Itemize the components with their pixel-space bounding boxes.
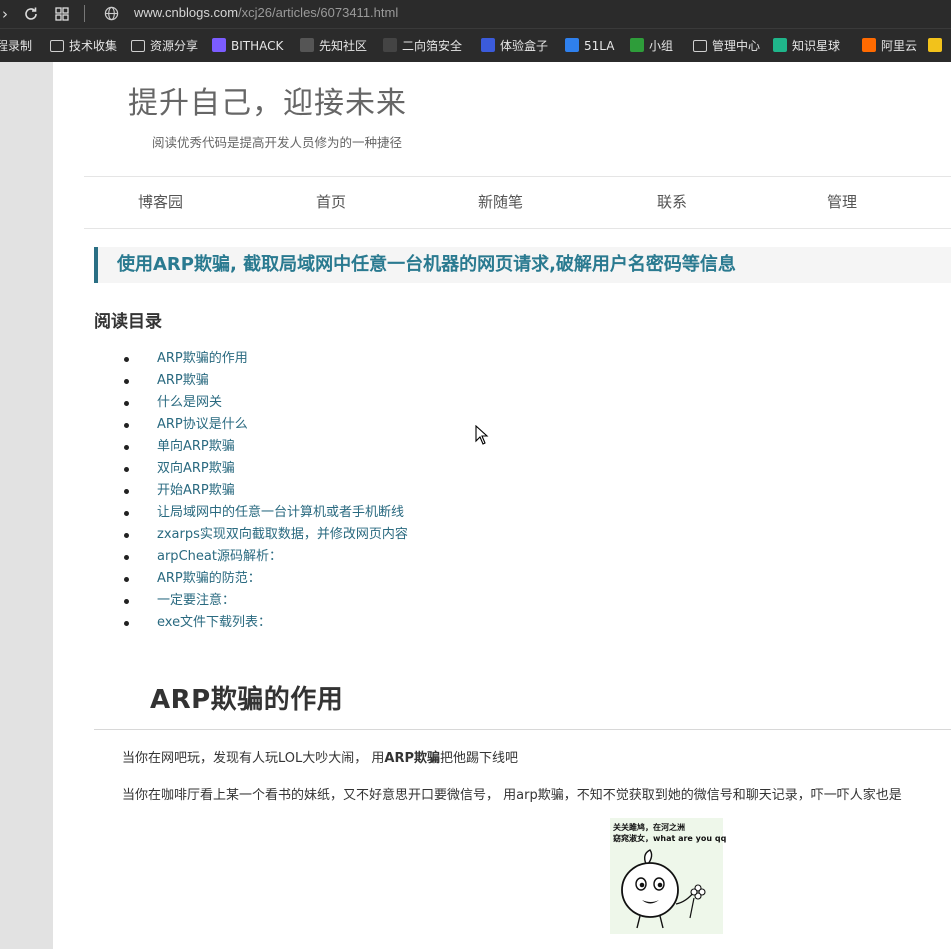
bookmark-zsxq[interactable]: 知识星球 (773, 29, 840, 63)
para1-bold: ARP欺骗 (384, 751, 440, 766)
nav-admin[interactable]: 管理 (827, 177, 857, 228)
bookmark-label: 技术收集 (69, 39, 118, 53)
toc-link[interactable]: 开始ARP欺骗 (157, 480, 235, 502)
toc-link[interactable]: 单向ARP欺骗 (157, 436, 235, 458)
toc-link[interactable]: 双向ARP欺骗 (157, 458, 235, 480)
blog-title[interactable]: 提升自己，迎接未来 (128, 78, 407, 122)
nav-home[interactable]: 首页 (316, 177, 346, 228)
section-heading: ARP欺骗的作用 (150, 685, 344, 715)
meme-character-icon (621, 849, 706, 929)
bookmark-label: 先知社区 (319, 39, 368, 53)
bookmark-extra[interactable] (928, 29, 947, 63)
bookmark-51la[interactable]: 51LA (565, 29, 614, 63)
globe-icon[interactable] (100, 3, 122, 25)
forward-icon[interactable]: › (0, 3, 16, 25)
bullet-icon (124, 621, 129, 626)
blog-page: 提升自己，迎接未来 阅读优秀代码是提高开发人员修为的一种捷径 博客园 首页 新随… (53, 62, 951, 949)
tech-collection-icon (50, 40, 64, 52)
bookmark-bithack[interactable]: BITHACK (212, 29, 283, 63)
url-host: www.cnblogs.com (134, 5, 239, 20)
xianzhi-icon (300, 38, 314, 52)
blog-nav: 博客园 首页 新随笔 联系 管理 (84, 176, 951, 229)
browser-toolbar: › www.cnblogs.com/xcj26/articles/6073411… (0, 0, 951, 28)
bookmark-admin-center[interactable]: 管理中心 (693, 29, 760, 63)
toc-link[interactable]: arpCheat源码解析： (157, 546, 282, 568)
nav-new-post[interactable]: 新随笔 (478, 177, 523, 228)
blog-subtitle: 阅读优秀代码是提高开发人员修为的一种捷径 (152, 135, 403, 150)
bookmark-label: 知识星球 (792, 39, 841, 53)
bookmark-label: 资源分享 (150, 39, 199, 53)
51la-icon (565, 38, 579, 52)
toc-link[interactable]: 一定要注意： (157, 590, 235, 612)
bookmark-label: 体验盒子 (500, 39, 549, 53)
toc-link[interactable]: ARP协议是什么 (157, 414, 248, 436)
bookmark-label: BITHACK (231, 39, 284, 53)
bookmark-douban-group[interactable]: 小组 (630, 29, 673, 63)
reload-icon[interactable] (20, 3, 42, 25)
section-divider (94, 729, 951, 730)
para1-text-c: 把他踢下线吧 (440, 751, 519, 766)
nav-cnblogs[interactable]: 博客园 (138, 177, 183, 228)
bullet-icon (124, 467, 129, 472)
bookmark-label: 阿里云 (881, 39, 918, 53)
extra-icon (928, 38, 942, 52)
toc-link[interactable]: ARP欺骗 (157, 370, 209, 392)
bullet-icon (124, 379, 129, 384)
bookmark-erxiangbo[interactable]: 二向箔安全 (383, 29, 462, 63)
bookmark-label: 二向箔安全 (402, 39, 463, 53)
bookmark-aliyun[interactable]: 阿里云 (862, 29, 917, 63)
admin-center-icon (693, 40, 707, 52)
meme-image: 关关雎鸠，在河之洲 窈窕淑女，what are you qq (610, 818, 726, 934)
bullet-icon (124, 445, 129, 450)
bithack-icon (212, 38, 226, 52)
toc-link[interactable]: 什么是网关 (157, 392, 222, 414)
bookmark-label: 管理中心 (712, 39, 761, 53)
bullet-icon (124, 511, 129, 516)
para1-text-a: 当你在网吧玩，发现有人玩LOL大吵大闹， 用 (122, 751, 385, 766)
bookmark-label: 51LA (584, 39, 615, 53)
paragraph-1: 当你在网吧玩，发现有人玩LOL大吵大闹， 用ARP欺骗把他踢下线吧 (122, 747, 518, 766)
toolbar-separator (84, 5, 85, 22)
paragraph-2: 当你在咖啡厅看上某一个看书的妹纸，又不好意思开口要微信号， 用arp欺骗，不知不… (122, 788, 902, 803)
douban-group-icon (630, 38, 644, 52)
bullet-icon (124, 599, 129, 604)
bookmark-tech-collection[interactable]: 技术收集 (50, 29, 117, 63)
bookmark-label: 程录制 (0, 39, 33, 53)
post-title[interactable]: 使用ARP欺骗, 截取局域网中任意一台机器的网页请求,破解用户名密码等信息 (117, 247, 736, 283)
nav-contact[interactable]: 联系 (657, 177, 687, 228)
bullet-icon (124, 423, 129, 428)
url-path: /xcj26/articles/6073411.html (238, 5, 399, 20)
bookmark-xianzhi[interactable]: 先知社区 (300, 29, 367, 63)
bullet-icon (124, 533, 129, 538)
bullet-icon (124, 401, 129, 406)
toc-heading: 阅读目录 (94, 312, 162, 332)
bookmark-screen-recording[interactable]: 程录制 (0, 29, 32, 63)
address-bar[interactable]: www.cnblogs.com/xcj26/articles/6073411.h… (134, 5, 398, 20)
resources-icon (131, 40, 145, 52)
apps-grid-icon[interactable] (51, 3, 73, 25)
bookmark-resources[interactable]: 资源分享 (131, 29, 198, 63)
tiyan-box-icon (481, 38, 495, 52)
toc-link[interactable]: ARP欺骗的防范： (157, 568, 261, 590)
bullet-icon (124, 577, 129, 582)
post-title-bar: 使用ARP欺骗, 截取局域网中任意一台机器的网页请求,破解用户名密码等信息 (94, 247, 951, 283)
bullet-icon (124, 489, 129, 494)
bookmark-tiyan-box[interactable]: 体验盒子 (481, 29, 548, 63)
aliyun-icon (862, 38, 876, 52)
bookmarks-bar: 程录制 技术收集 资源分享 BITHACK 先知社区 二向箔安全 体验盒子 51LA 小组 管理中… (0, 28, 951, 63)
toc-link[interactable]: exe文件下载列表： (157, 612, 271, 634)
page-left-gutter (0, 62, 53, 949)
toc-link[interactable]: 让局域网中的任意一台计算机或者手机断线 (157, 502, 404, 524)
mouse-cursor-icon (475, 425, 489, 445)
erxiangbo-icon (383, 38, 397, 52)
bullet-icon (124, 357, 129, 362)
zsxq-icon (773, 38, 787, 52)
bullet-icon (124, 555, 129, 560)
bookmark-label: 小组 (649, 39, 674, 53)
toc-link[interactable]: zxarps实现双向截取数据，并修改网页内容 (157, 524, 408, 546)
toc-link[interactable]: ARP欺骗的作用 (157, 348, 248, 370)
